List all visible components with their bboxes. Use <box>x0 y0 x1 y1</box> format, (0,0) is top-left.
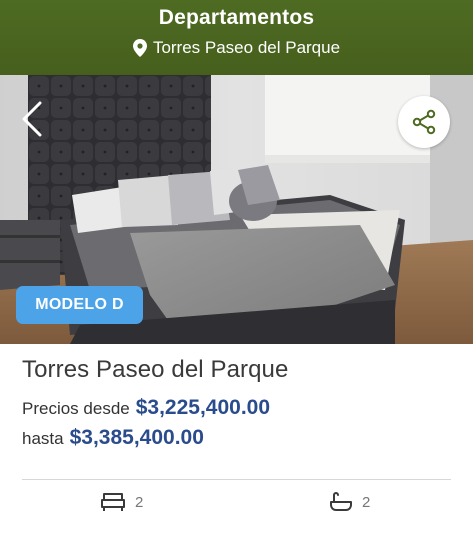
header-location-label: Torres Paseo del Parque <box>152 38 341 57</box>
bathtub-icon <box>330 492 352 511</box>
share-button[interactable] <box>398 96 450 148</box>
bed-icon <box>101 493 125 511</box>
listing-info: Torres Paseo del Parque Precios desde $3… <box>22 356 451 450</box>
price-to-value: $3,385,400.00 <box>69 426 204 449</box>
gallery-photo[interactable]: MODELO D <box>0 75 473 344</box>
bathrooms-amenity: 2 <box>330 492 370 512</box>
app-header: Departamentos Torres Paseo del Parque <box>0 0 473 75</box>
share-icon <box>412 109 436 135</box>
model-badge: MODELO D <box>16 286 143 324</box>
header-location: Torres Paseo del Parque <box>0 38 473 58</box>
bedrooms-amenity: 2 <box>101 492 143 512</box>
bedrooms-count: 2 <box>135 493 144 511</box>
chevron-left-icon[interactable] <box>18 99 48 139</box>
price-to-row: hasta $3,385,400.00 <box>22 426 451 450</box>
header-title: Departamentos <box>158 6 315 29</box>
price-from-value: $3,225,400.00 <box>135 396 271 419</box>
price-from-row: Precios desde $3,225,400.00 <box>22 396 451 420</box>
divider <box>22 479 451 480</box>
listing-title[interactable]: Torres Paseo del Parque <box>22 356 451 384</box>
price-to-label: hasta <box>22 429 64 448</box>
map-pin-icon <box>132 39 147 57</box>
price-from-label: Precios desde <box>22 399 130 418</box>
bathrooms-count: 2 <box>362 493 371 511</box>
